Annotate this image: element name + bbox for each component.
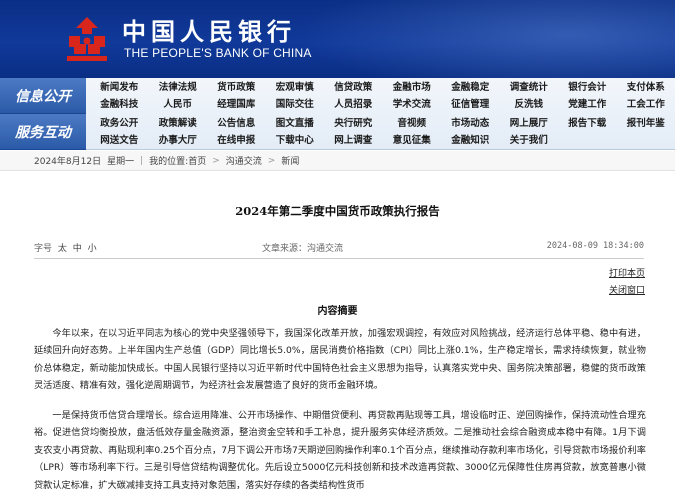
font-size-selector: 字号 太 中 小 — [34, 241, 97, 254]
nav-item-group2-2[interactable]: 政策解读 — [149, 115, 208, 132]
nav-group-title-service: 服务互动 — [0, 114, 86, 150]
nav-item-group2-11[interactable]: 网送文告 — [90, 132, 149, 149]
nav-item-group2-13[interactable]: 在线申报 — [207, 132, 266, 149]
nav-item-group1-7[interactable]: 金融稳定 — [441, 79, 500, 96]
font-size-large-button[interactable]: 太 — [58, 244, 67, 254]
nav-item-group1-5[interactable]: 信贷政策 — [324, 79, 383, 96]
main-navigation: 信息公开 新闻发布 法律法规 货币政策 宏观审慎 信贷政策 金融市场 金融稳定 调查统计 银行会… — [0, 78, 675, 150]
nav-item-group2-10[interactable]: 报刊年鉴 — [617, 115, 675, 132]
nav-group-title-info: 信息公开 — [0, 78, 86, 114]
meta-divider — [34, 258, 644, 259]
nav-item-group2-5[interactable]: 央行研究 — [324, 115, 383, 132]
article-meta: 字号 太 中 小 文章来源：沟通交流 2024-08-09 18:34:00 — [34, 241, 644, 255]
nav-item-group2-12[interactable]: 办事大厅 — [149, 132, 208, 149]
font-size-label: 字号 — [34, 244, 53, 254]
nav-item-group1-3[interactable]: 货币政策 — [207, 79, 266, 96]
close-window-link[interactable]: 关闭窗口 — [609, 283, 645, 300]
article-title: 2024年第二季度中国货币政策执行报告 — [235, 204, 440, 218]
breadcrumb-chevron-icon: > — [212, 155, 220, 166]
article-source: 文章来源：沟通交流 — [262, 244, 344, 254]
nav-item-group1-16[interactable]: 学术交流 — [383, 96, 442, 113]
breadcrumb-home-link[interactable]: 首页 — [188, 154, 206, 167]
nav-item-group2-3[interactable]: 公告信息 — [207, 115, 266, 132]
nav-item-group2-17[interactable]: 金融知识 — [441, 132, 500, 149]
breadcrumb-separator: | — [140, 155, 144, 166]
font-size-medium-button[interactable]: 中 — [73, 244, 82, 254]
article-actions: 打印本页 关闭窗口 — [609, 266, 645, 300]
pboc-logo-icon[interactable] — [62, 14, 112, 64]
nav-item-group2-7[interactable]: 市场动态 — [441, 115, 500, 132]
current-weekday: 星期一 — [107, 157, 135, 167]
nav-item-group2-6[interactable]: 音视频 — [383, 115, 442, 132]
nav-item-group2-18[interactable]: 关于我们 — [500, 132, 559, 149]
nav-item-group1-11[interactable]: 金融科技 — [90, 96, 149, 113]
nav-grid-service: 政务公开 政策解读 公告信息 图文直播 央行研究 音视频 市场动态 网上展厅 报告下载 报刊年鉴网… — [90, 115, 675, 149]
nav-group-info: 信息公开 新闻发布 法律法规 货币政策 宏观审慎 信贷政策 金融市场 金融稳定 调查统计 银行会… — [0, 78, 675, 114]
nav-item-group1-19[interactable]: 党建工作 — [558, 96, 617, 113]
brand-name-cn: 中国人民银行 — [122, 17, 296, 46]
site-header: 中国人民银行 THE PEOPLE'S BANK OF CHINA — [0, 0, 675, 78]
header-decoration — [275, 0, 675, 78]
nav-item-group2-9[interactable]: 报告下载 — [558, 115, 617, 132]
nav-item-group1-12[interactable]: 人民币 — [149, 96, 208, 113]
nav-item-group1-20[interactable]: 工会工作 — [617, 96, 675, 113]
nav-item-group1-13[interactable]: 经理国库 — [207, 96, 266, 113]
brand-name-en: THE PEOPLE'S BANK OF CHINA — [124, 46, 312, 60]
nav-item-group1-18[interactable]: 反洗钱 — [500, 96, 559, 113]
breadcrumb-prefix: 我的位置: — [149, 157, 189, 167]
nav-item-group1-8[interactable]: 调查统计 — [500, 79, 559, 96]
nav-item-group1-15[interactable]: 人员招录 — [324, 96, 383, 113]
breadcrumb: 2024年8月12日 星期一 | 我的位置: 首页 > 沟通交流 > 新闻 — [0, 151, 675, 171]
nav-item-group1-6[interactable]: 金融市场 — [383, 79, 442, 96]
article-paragraph: 一是保持货币信贷合理增长。综合运用降准、公开市场操作、中期借贷便利、再贷款再贴现… — [34, 410, 646, 491]
nav-item-group1-1[interactable]: 新闻发布 — [90, 79, 149, 96]
nav-item-group1-9[interactable]: 银行会计 — [558, 79, 617, 96]
nav-item-group2-4[interactable]: 图文直播 — [266, 115, 325, 132]
breadcrumb-level1-link[interactable]: 沟通交流 — [226, 154, 262, 167]
nav-item-group1-14[interactable]: 国际交往 — [266, 96, 325, 113]
breadcrumb-level2-link[interactable]: 新闻 — [281, 154, 299, 167]
article-date: 2024-08-09 18:34:00 — [546, 241, 644, 251]
nav-item-group2-16[interactable]: 意见征集 — [383, 132, 442, 149]
print-page-link[interactable]: 打印本页 — [609, 266, 645, 283]
nav-item-group1-10[interactable]: 支付体系 — [617, 79, 675, 96]
nav-group-service: 服务互动 政务公开 政策解读 公告信息 图文直播 央行研究 音视频 市场动态 网上展厅 报告下载… — [0, 114, 675, 150]
nav-item-group2-14[interactable]: 下载中心 — [266, 132, 325, 149]
nav-item-group1-2[interactable]: 法律法规 — [149, 79, 208, 96]
current-date: 2024年8月12日 — [34, 157, 102, 167]
nav-item-group2-15[interactable]: 网上调查 — [324, 132, 383, 149]
font-size-small-button[interactable]: 小 — [88, 244, 97, 254]
nav-item-group1-4[interactable]: 宏观审慎 — [266, 79, 325, 96]
nav-item-group2-8[interactable]: 网上展厅 — [500, 115, 559, 132]
article-paragraph: 今年以来，在以习近平同志为核心的党中央坚强领导下，我国深化改革开放，加强宏观调控… — [34, 328, 646, 392]
nav-item-group2-1[interactable]: 政务公开 — [90, 115, 149, 132]
nav-grid-info: 新闻发布 法律法规 货币政策 宏观审慎 信贷政策 金融市场 金融稳定 调查统计 银行会计 支付体系… — [90, 79, 675, 113]
nav-item-group1-17[interactable]: 征信管理 — [441, 96, 500, 113]
section-heading: 内容摘要 — [317, 306, 358, 317]
breadcrumb-chevron-icon: > — [267, 155, 276, 166]
